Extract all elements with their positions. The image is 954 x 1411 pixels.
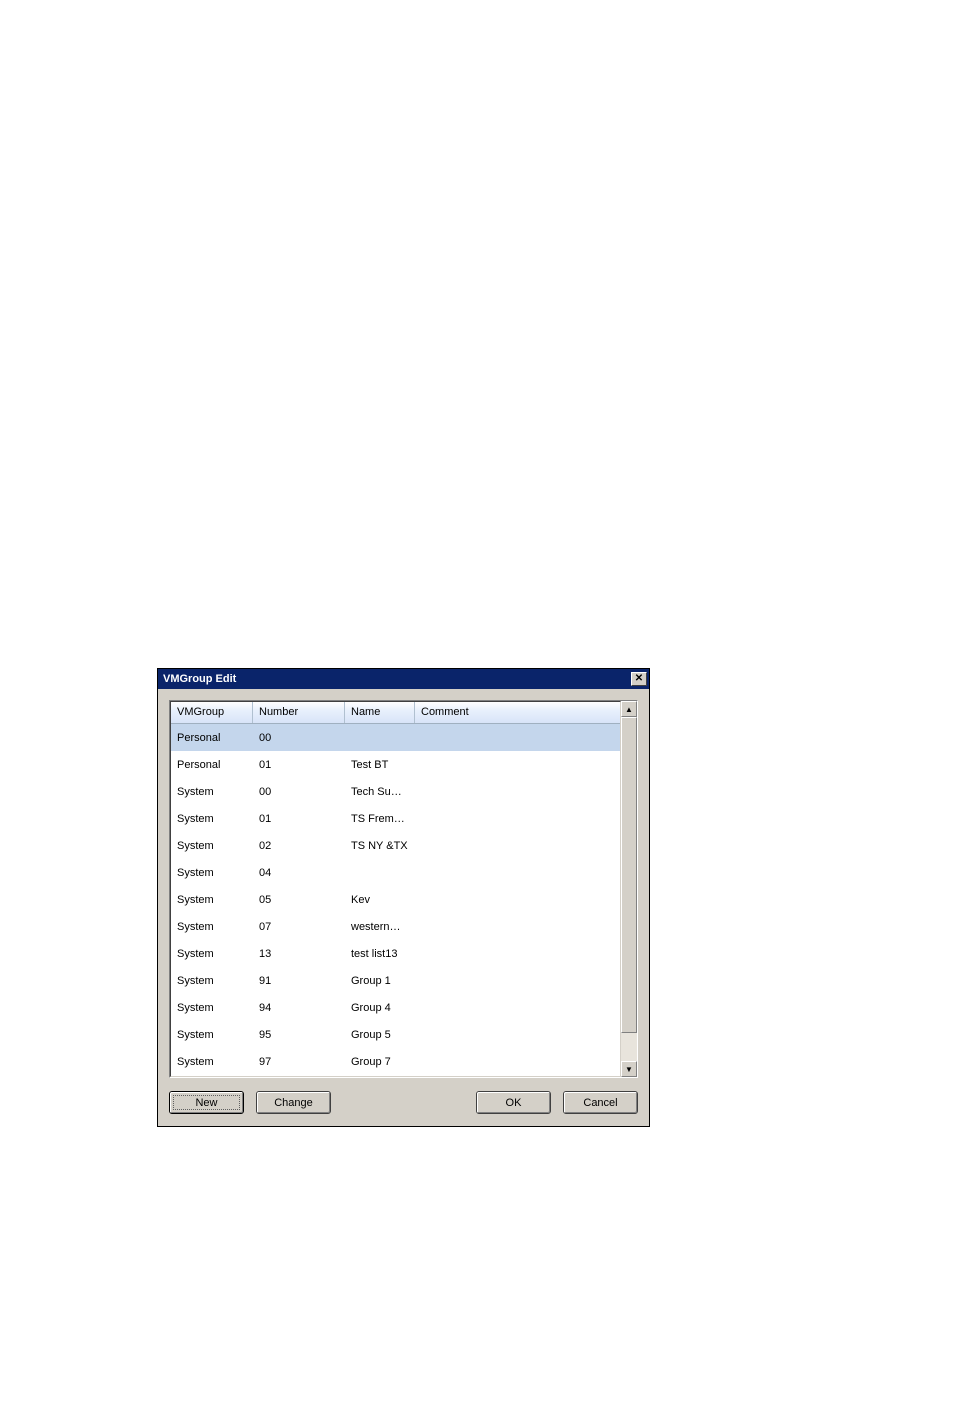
chevron-down-icon: ▼ bbox=[625, 1065, 633, 1074]
cell-vmgroup: System bbox=[171, 1002, 253, 1014]
cell-vmgroup: System bbox=[171, 921, 253, 933]
cell-vmgroup: System bbox=[171, 867, 253, 879]
vmgroup-edit-dialog: VMGroup Edit ✕ VMGroup Number Name Comme… bbox=[157, 668, 650, 1127]
cell-vmgroup: System bbox=[171, 948, 253, 960]
table-row[interactable]: System91Group 1 bbox=[171, 967, 620, 994]
cell-number: 95 bbox=[253, 1029, 345, 1041]
table-row[interactable]: System94Group 4 bbox=[171, 994, 620, 1021]
dialog-content: VMGroup Number Name Comment Personal00Pe… bbox=[158, 689, 649, 1126]
listview-body: Personal00Personal01Test BTSystem00Tech … bbox=[171, 724, 620, 1075]
cell-name: TS NY &TX bbox=[345, 840, 415, 852]
cell-number: 02 bbox=[253, 840, 345, 852]
cell-number: 91 bbox=[253, 975, 345, 987]
cell-name: Group 7 bbox=[345, 1056, 415, 1068]
scroll-up-button[interactable]: ▲ bbox=[621, 701, 637, 717]
close-button[interactable]: ✕ bbox=[631, 672, 647, 686]
cancel-button[interactable]: Cancel bbox=[563, 1091, 638, 1114]
cell-name: Group 5 bbox=[345, 1029, 415, 1041]
scroll-down-button[interactable]: ▼ bbox=[621, 1061, 637, 1077]
cell-vmgroup: System bbox=[171, 1056, 253, 1068]
cell-number: 07 bbox=[253, 921, 345, 933]
cell-name: Kev bbox=[345, 894, 415, 906]
column-header-number[interactable]: Number bbox=[253, 702, 345, 723]
cell-number: 13 bbox=[253, 948, 345, 960]
cell-number: 01 bbox=[253, 813, 345, 825]
table-row[interactable]: System04 bbox=[171, 859, 620, 886]
cell-name: test list13 bbox=[345, 948, 415, 960]
ok-button[interactable]: OK bbox=[476, 1091, 551, 1114]
close-icon: ✕ bbox=[635, 674, 643, 684]
button-row: New Change OK Cancel bbox=[169, 1091, 638, 1114]
table-row[interactable]: Personal01Test BT bbox=[171, 751, 620, 778]
cell-number: 04 bbox=[253, 867, 345, 879]
table-row[interactable]: System95Group 5 bbox=[171, 1021, 620, 1048]
chevron-up-icon: ▲ bbox=[625, 705, 633, 714]
table-row[interactable]: System00Tech Su… bbox=[171, 778, 620, 805]
cell-name: Group 4 bbox=[345, 1002, 415, 1014]
cell-number: 00 bbox=[253, 732, 345, 744]
cell-name: western… bbox=[345, 921, 415, 933]
scrollbar-track[interactable] bbox=[621, 717, 637, 1061]
cell-vmgroup: System bbox=[171, 840, 253, 852]
listview-header: VMGroup Number Name Comment bbox=[171, 702, 620, 724]
table-row[interactable]: System97Group 7 bbox=[171, 1048, 620, 1075]
column-header-comment[interactable]: Comment bbox=[415, 702, 620, 723]
cell-name: Test BT bbox=[345, 759, 415, 771]
cell-number: 97 bbox=[253, 1056, 345, 1068]
cell-vmgroup: Personal bbox=[171, 732, 253, 744]
cell-vmgroup: System bbox=[171, 894, 253, 906]
change-button[interactable]: Change bbox=[256, 1091, 331, 1114]
cell-name: Group 1 bbox=[345, 975, 415, 987]
new-button[interactable]: New bbox=[169, 1091, 244, 1114]
column-header-name[interactable]: Name bbox=[345, 702, 415, 723]
window-title: VMGroup Edit bbox=[163, 673, 236, 685]
listview-container: VMGroup Number Name Comment Personal00Pe… bbox=[169, 700, 638, 1078]
table-row[interactable]: System07western… bbox=[171, 913, 620, 940]
cell-number: 01 bbox=[253, 759, 345, 771]
scrollbar-thumb[interactable] bbox=[621, 717, 637, 1033]
cell-number: 00 bbox=[253, 786, 345, 798]
listview[interactable]: VMGroup Number Name Comment Personal00Pe… bbox=[170, 701, 621, 1077]
cell-vmgroup: Personal bbox=[171, 759, 253, 771]
cell-vmgroup: System bbox=[171, 1029, 253, 1041]
table-row[interactable]: System13test list13 bbox=[171, 940, 620, 967]
cell-vmgroup: System bbox=[171, 786, 253, 798]
table-row[interactable]: System05Kev bbox=[171, 886, 620, 913]
table-row[interactable]: System02TS NY &TX bbox=[171, 832, 620, 859]
vertical-scrollbar[interactable]: ▲ ▼ bbox=[621, 701, 637, 1077]
table-row[interactable]: System01TS Frem… bbox=[171, 805, 620, 832]
table-row[interactable]: Personal00 bbox=[171, 724, 620, 751]
cell-vmgroup: System bbox=[171, 813, 253, 825]
cell-name: TS Frem… bbox=[345, 813, 415, 825]
cell-number: 94 bbox=[253, 1002, 345, 1014]
column-header-vmgroup[interactable]: VMGroup bbox=[171, 702, 253, 723]
cell-vmgroup: System bbox=[171, 975, 253, 987]
cell-number: 05 bbox=[253, 894, 345, 906]
titlebar[interactable]: VMGroup Edit ✕ bbox=[158, 669, 649, 689]
cell-name: Tech Su… bbox=[345, 786, 415, 798]
